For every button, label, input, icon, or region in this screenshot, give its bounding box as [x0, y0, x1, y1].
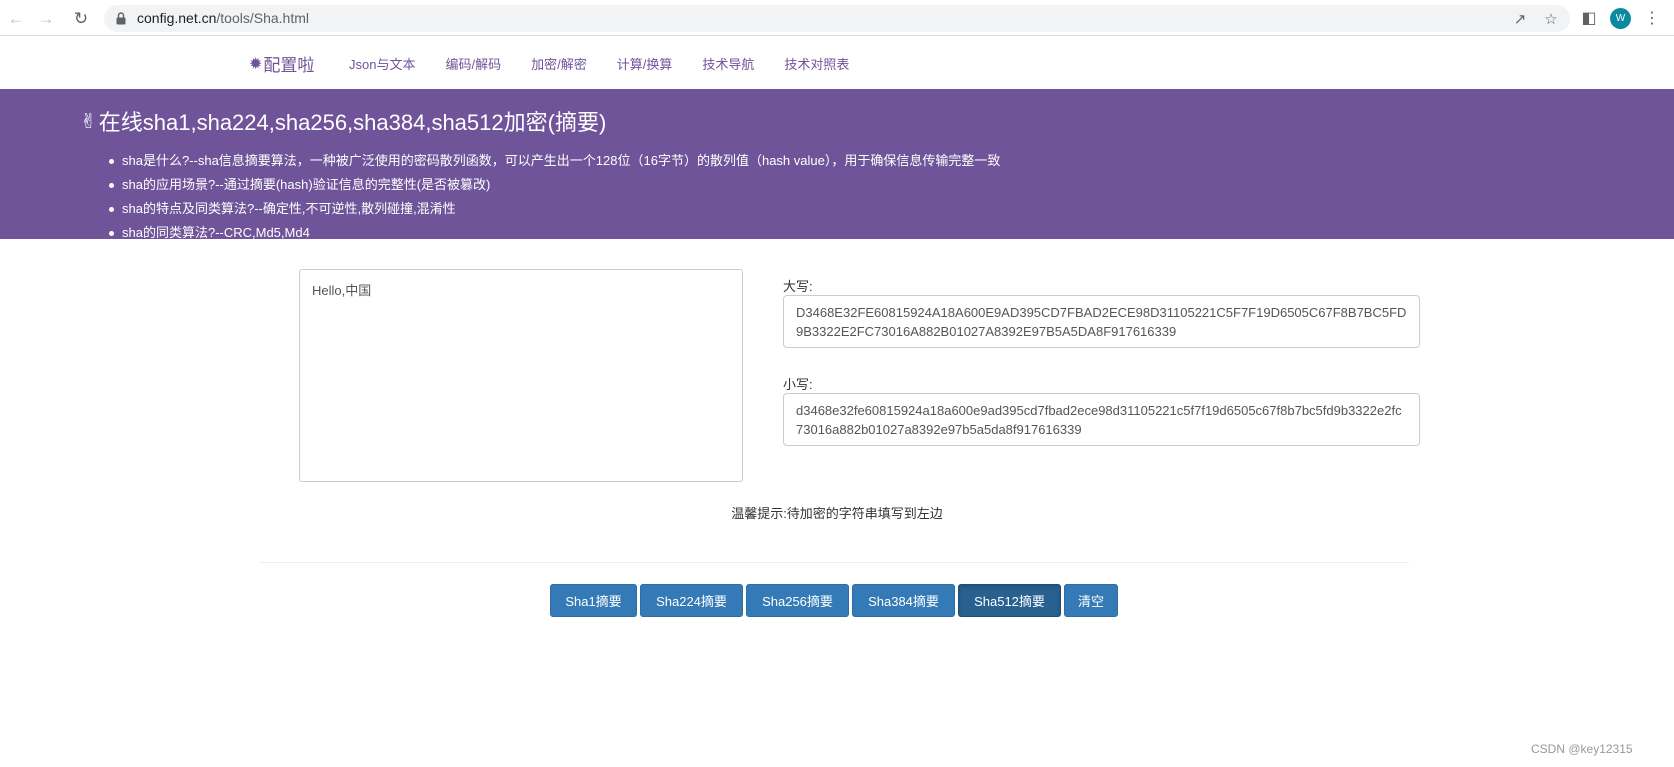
nav-tech-navigation[interactable]: 技术导航 — [702, 54, 754, 73]
side-panel-icon[interactable]: ◧ — [1578, 7, 1600, 29]
uppercase-label: 大写: — [783, 279, 813, 294]
logo-icon: ✹ — [249, 55, 263, 73]
divider — [259, 562, 1409, 563]
intro-item-features: sha的特点及同类算法?--确定性,不可逆性,散列碰撞,混淆性 — [108, 197, 1000, 221]
site-brand[interactable]: ✹ 配置啦 — [249, 51, 314, 76]
bookmark-star-icon[interactable]: ☆ — [1541, 9, 1561, 29]
sha1-button[interactable]: Sha1摘要 — [550, 584, 637, 617]
page-banner: ✌ 在线sha1,sha224,sha256,sha384,sha512加密(摘… — [0, 89, 1674, 239]
sha256-button[interactable]: Sha256摘要 — [746, 584, 849, 617]
page-title: ✌ 在线sha1,sha224,sha256,sha384,sha512加密(摘… — [80, 105, 606, 137]
back-arrow-icon[interactable]: ← — [5, 7, 27, 29]
clear-button[interactable]: 清空 — [1064, 584, 1118, 617]
kebab-menu-icon[interactable]: ⋮ — [1641, 7, 1663, 29]
source-text-input[interactable]: Hello,中国 — [299, 269, 743, 482]
profile-avatar[interactable]: W — [1610, 8, 1631, 29]
intro-item-similar: sha的同类算法?--CRC,Md5,Md4 — [108, 221, 1000, 239]
hint-text: 温馨提示:待加密的字符串填写到左边 — [0, 503, 1674, 522]
lock-icon — [116, 12, 126, 25]
hand-gesture-icon: ✌ — [80, 110, 97, 133]
hint-message: 温馨提示:待加密的字符串填写到左边 — [731, 506, 943, 521]
brand-name: 配置啦 — [263, 56, 315, 75]
url-host: config.net.cn — [137, 10, 217, 26]
intro-item-usage: sha的应用场景?--通过摘要(hash)验证信息的完整性(是否被篡改) — [108, 173, 1000, 197]
lowercase-result[interactable]: d3468e32fe60815924a18a600e9ad395cd7fbad2… — [783, 393, 1420, 446]
top-navigation: Json与文本 编码/解码 加密/解密 计算/换算 技术导航 技术对照表 — [349, 54, 879, 73]
address-bar[interactable]: config.net.cn/tools/Sha.html ↗ ☆ — [104, 5, 1570, 32]
nav-calculate-convert[interactable]: 计算/换算 — [617, 54, 673, 73]
url-path: /tools/Sha.html — [216, 10, 309, 26]
url-text: config.net.cn/tools/Sha.html — [137, 10, 309, 26]
lowercase-label: 小写: — [783, 377, 813, 392]
nav-json-text[interactable]: Json与文本 — [349, 54, 415, 73]
browser-toolbar: ← → ↻ config.net.cn/tools/Sha.html ↗ ☆ ◧… — [0, 0, 1674, 36]
sha224-button[interactable]: Sha224摘要 — [640, 584, 743, 617]
reload-icon[interactable]: ↻ — [70, 7, 92, 29]
uppercase-result[interactable]: D3468E32FE60815924A18A600E9AD395CD7FBAD2… — [783, 295, 1420, 348]
site-header: ✹ 配置啦 Json与文本 编码/解码 加密/解密 计算/换算 技术导航 技术对… — [0, 37, 1674, 89]
page-title-text: 在线sha1,sha224,sha256,sha384,sha512加密(摘要) — [98, 110, 607, 135]
sha384-button[interactable]: Sha384摘要 — [852, 584, 955, 617]
nav-tech-reference[interactable]: 技术对照表 — [784, 54, 849, 73]
share-icon[interactable]: ↗ — [1510, 9, 1530, 29]
watermark-text: CSDN @key12315 — [1531, 742, 1633, 756]
nav-encrypt-decrypt[interactable]: 加密/解密 — [531, 54, 587, 73]
forward-arrow-icon[interactable]: → — [35, 7, 57, 29]
sha512-button[interactable]: Sha512摘要 — [958, 584, 1061, 617]
intro-item-what: sha是什么?--sha信息摘要算法，一种被广泛使用的密码散列函数，可以产生出一… — [108, 149, 1000, 173]
nav-encode-decode[interactable]: 编码/解码 — [445, 54, 501, 73]
intro-list: sha是什么?--sha信息摘要算法，一种被广泛使用的密码散列函数，可以产生出一… — [108, 149, 1000, 239]
action-buttons: Sha1摘要 Sha224摘要 Sha256摘要 Sha384摘要 Sha512… — [550, 584, 1121, 617]
